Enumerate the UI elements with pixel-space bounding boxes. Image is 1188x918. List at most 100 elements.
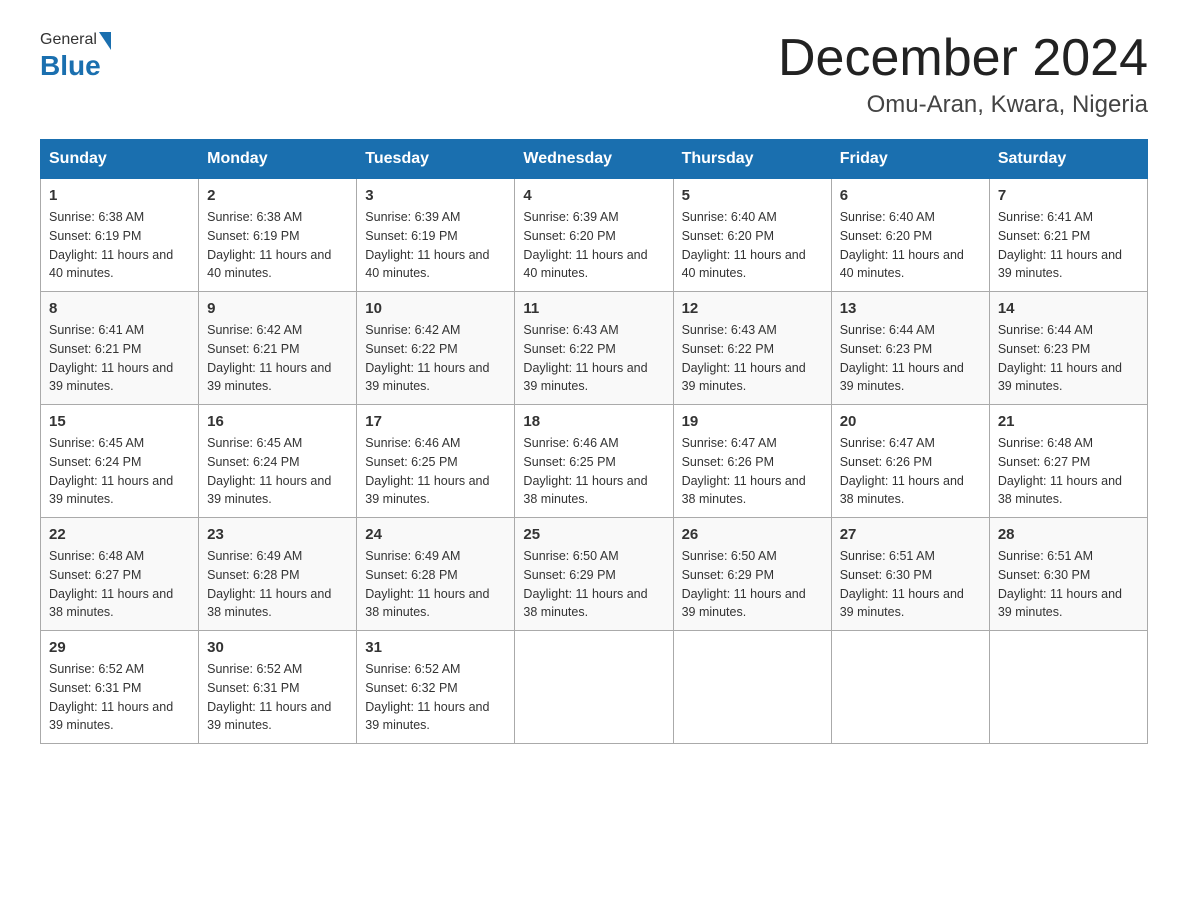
daylight-label: Daylight: 11 hours and 38 minutes.: [682, 474, 806, 507]
calendar-cell: [989, 631, 1147, 744]
day-number: 26: [682, 526, 823, 543]
day-info: Sunrise: 6:52 AM Sunset: 6:31 PM Dayligh…: [207, 660, 348, 735]
column-header-saturday: Saturday: [989, 140, 1147, 179]
day-number: 16: [207, 413, 348, 430]
calendar-subtitle: Omu-Aran, Kwara, Nigeria: [778, 91, 1148, 119]
calendar-cell: 12 Sunrise: 6:43 AM Sunset: 6:22 PM Dayl…: [673, 292, 831, 405]
day-number: 7: [998, 187, 1139, 204]
calendar-cell: 5 Sunrise: 6:40 AM Sunset: 6:20 PM Dayli…: [673, 179, 831, 292]
daylight-label: Daylight: 11 hours and 38 minutes.: [365, 587, 489, 620]
logo: General Blue: [40, 30, 111, 82]
sunrise-label: Sunrise: 6:49 AM: [207, 549, 302, 563]
sunrise-label: Sunrise: 6:46 AM: [365, 436, 460, 450]
day-number: 6: [840, 187, 981, 204]
calendar-cell: 26 Sunrise: 6:50 AM Sunset: 6:29 PM Dayl…: [673, 518, 831, 631]
day-number: 27: [840, 526, 981, 543]
day-number: 13: [840, 300, 981, 317]
daylight-label: Daylight: 11 hours and 39 minutes.: [523, 361, 647, 394]
calendar-cell: 18 Sunrise: 6:46 AM Sunset: 6:25 PM Dayl…: [515, 405, 673, 518]
day-info: Sunrise: 6:41 AM Sunset: 6:21 PM Dayligh…: [49, 321, 190, 396]
sunrise-label: Sunrise: 6:41 AM: [998, 210, 1093, 224]
calendar-cell: 27 Sunrise: 6:51 AM Sunset: 6:30 PM Dayl…: [831, 518, 989, 631]
sunrise-label: Sunrise: 6:47 AM: [840, 436, 935, 450]
calendar-title: December 2024: [778, 30, 1148, 87]
calendar-cell: 8 Sunrise: 6:41 AM Sunset: 6:21 PM Dayli…: [41, 292, 199, 405]
sunrise-label: Sunrise: 6:39 AM: [523, 210, 618, 224]
day-number: 28: [998, 526, 1139, 543]
calendar-cell: 15 Sunrise: 6:45 AM Sunset: 6:24 PM Dayl…: [41, 405, 199, 518]
day-info: Sunrise: 6:45 AM Sunset: 6:24 PM Dayligh…: [207, 434, 348, 509]
sunset-label: Sunset: 6:24 PM: [49, 455, 141, 469]
sunset-label: Sunset: 6:31 PM: [207, 681, 299, 695]
sunset-label: Sunset: 6:19 PM: [365, 229, 457, 243]
sunset-label: Sunset: 6:20 PM: [682, 229, 774, 243]
daylight-label: Daylight: 11 hours and 39 minutes.: [49, 361, 173, 394]
daylight-label: Daylight: 11 hours and 39 minutes.: [365, 361, 489, 394]
calendar-cell: 22 Sunrise: 6:48 AM Sunset: 6:27 PM Dayl…: [41, 518, 199, 631]
calendar-cell: 28 Sunrise: 6:51 AM Sunset: 6:30 PM Dayl…: [989, 518, 1147, 631]
day-info: Sunrise: 6:52 AM Sunset: 6:32 PM Dayligh…: [365, 660, 506, 735]
sunrise-label: Sunrise: 6:50 AM: [523, 549, 618, 563]
day-number: 9: [207, 300, 348, 317]
calendar-cell: 16 Sunrise: 6:45 AM Sunset: 6:24 PM Dayl…: [199, 405, 357, 518]
day-info: Sunrise: 6:49 AM Sunset: 6:28 PM Dayligh…: [207, 547, 348, 622]
calendar-cell: 19 Sunrise: 6:47 AM Sunset: 6:26 PM Dayl…: [673, 405, 831, 518]
calendar-cell: 1 Sunrise: 6:38 AM Sunset: 6:19 PM Dayli…: [41, 179, 199, 292]
title-section: December 2024 Omu-Aran, Kwara, Nigeria: [778, 30, 1148, 119]
calendar-cell: 14 Sunrise: 6:44 AM Sunset: 6:23 PM Dayl…: [989, 292, 1147, 405]
day-info: Sunrise: 6:48 AM Sunset: 6:27 PM Dayligh…: [998, 434, 1139, 509]
calendar-cell: [515, 631, 673, 744]
day-info: Sunrise: 6:44 AM Sunset: 6:23 PM Dayligh…: [998, 321, 1139, 396]
day-info: Sunrise: 6:46 AM Sunset: 6:25 PM Dayligh…: [365, 434, 506, 509]
day-number: 5: [682, 187, 823, 204]
calendar-cell: 24 Sunrise: 6:49 AM Sunset: 6:28 PM Dayl…: [357, 518, 515, 631]
day-info: Sunrise: 6:40 AM Sunset: 6:20 PM Dayligh…: [682, 208, 823, 283]
sunrise-label: Sunrise: 6:46 AM: [523, 436, 618, 450]
day-info: Sunrise: 6:47 AM Sunset: 6:26 PM Dayligh…: [840, 434, 981, 509]
calendar-cell: 13 Sunrise: 6:44 AM Sunset: 6:23 PM Dayl…: [831, 292, 989, 405]
logo-arrow-icon: [99, 32, 111, 50]
day-number: 3: [365, 187, 506, 204]
daylight-label: Daylight: 11 hours and 40 minutes.: [365, 248, 489, 281]
calendar-cell: [831, 631, 989, 744]
sunset-label: Sunset: 6:31 PM: [49, 681, 141, 695]
day-info: Sunrise: 6:44 AM Sunset: 6:23 PM Dayligh…: [840, 321, 981, 396]
day-number: 15: [49, 413, 190, 430]
sunrise-label: Sunrise: 6:49 AM: [365, 549, 460, 563]
sunrise-label: Sunrise: 6:51 AM: [998, 549, 1093, 563]
sunrise-label: Sunrise: 6:47 AM: [682, 436, 777, 450]
day-number: 19: [682, 413, 823, 430]
day-number: 22: [49, 526, 190, 543]
day-info: Sunrise: 6:38 AM Sunset: 6:19 PM Dayligh…: [49, 208, 190, 283]
daylight-label: Daylight: 11 hours and 39 minutes.: [365, 474, 489, 507]
sunrise-label: Sunrise: 6:43 AM: [682, 323, 777, 337]
day-info: Sunrise: 6:45 AM Sunset: 6:24 PM Dayligh…: [49, 434, 190, 509]
sunrise-label: Sunrise: 6:44 AM: [998, 323, 1093, 337]
day-info: Sunrise: 6:48 AM Sunset: 6:27 PM Dayligh…: [49, 547, 190, 622]
column-header-wednesday: Wednesday: [515, 140, 673, 179]
calendar-cell: 29 Sunrise: 6:52 AM Sunset: 6:31 PM Dayl…: [41, 631, 199, 744]
calendar-header-row: SundayMondayTuesdayWednesdayThursdayFrid…: [41, 140, 1148, 179]
day-info: Sunrise: 6:43 AM Sunset: 6:22 PM Dayligh…: [682, 321, 823, 396]
calendar-cell: 3 Sunrise: 6:39 AM Sunset: 6:19 PM Dayli…: [357, 179, 515, 292]
calendar-cell: 20 Sunrise: 6:47 AM Sunset: 6:26 PM Dayl…: [831, 405, 989, 518]
daylight-label: Daylight: 11 hours and 38 minutes.: [840, 474, 964, 507]
sunset-label: Sunset: 6:22 PM: [365, 342, 457, 356]
sunrise-label: Sunrise: 6:42 AM: [207, 323, 302, 337]
sunrise-label: Sunrise: 6:48 AM: [49, 549, 144, 563]
logo-blue-text: Blue: [40, 50, 101, 82]
calendar-week-row: 22 Sunrise: 6:48 AM Sunset: 6:27 PM Dayl…: [41, 518, 1148, 631]
sunset-label: Sunset: 6:23 PM: [840, 342, 932, 356]
column-header-sunday: Sunday: [41, 140, 199, 179]
sunset-label: Sunset: 6:27 PM: [49, 568, 141, 582]
day-info: Sunrise: 6:50 AM Sunset: 6:29 PM Dayligh…: [523, 547, 664, 622]
sunrise-label: Sunrise: 6:45 AM: [49, 436, 144, 450]
sunset-label: Sunset: 6:27 PM: [998, 455, 1090, 469]
calendar-cell: 10 Sunrise: 6:42 AM Sunset: 6:22 PM Dayl…: [357, 292, 515, 405]
day-info: Sunrise: 6:39 AM Sunset: 6:19 PM Dayligh…: [365, 208, 506, 283]
sunrise-label: Sunrise: 6:52 AM: [365, 662, 460, 676]
sunrise-label: Sunrise: 6:45 AM: [207, 436, 302, 450]
sunset-label: Sunset: 6:29 PM: [523, 568, 615, 582]
calendar-cell: 9 Sunrise: 6:42 AM Sunset: 6:21 PM Dayli…: [199, 292, 357, 405]
daylight-label: Daylight: 11 hours and 40 minutes.: [49, 248, 173, 281]
